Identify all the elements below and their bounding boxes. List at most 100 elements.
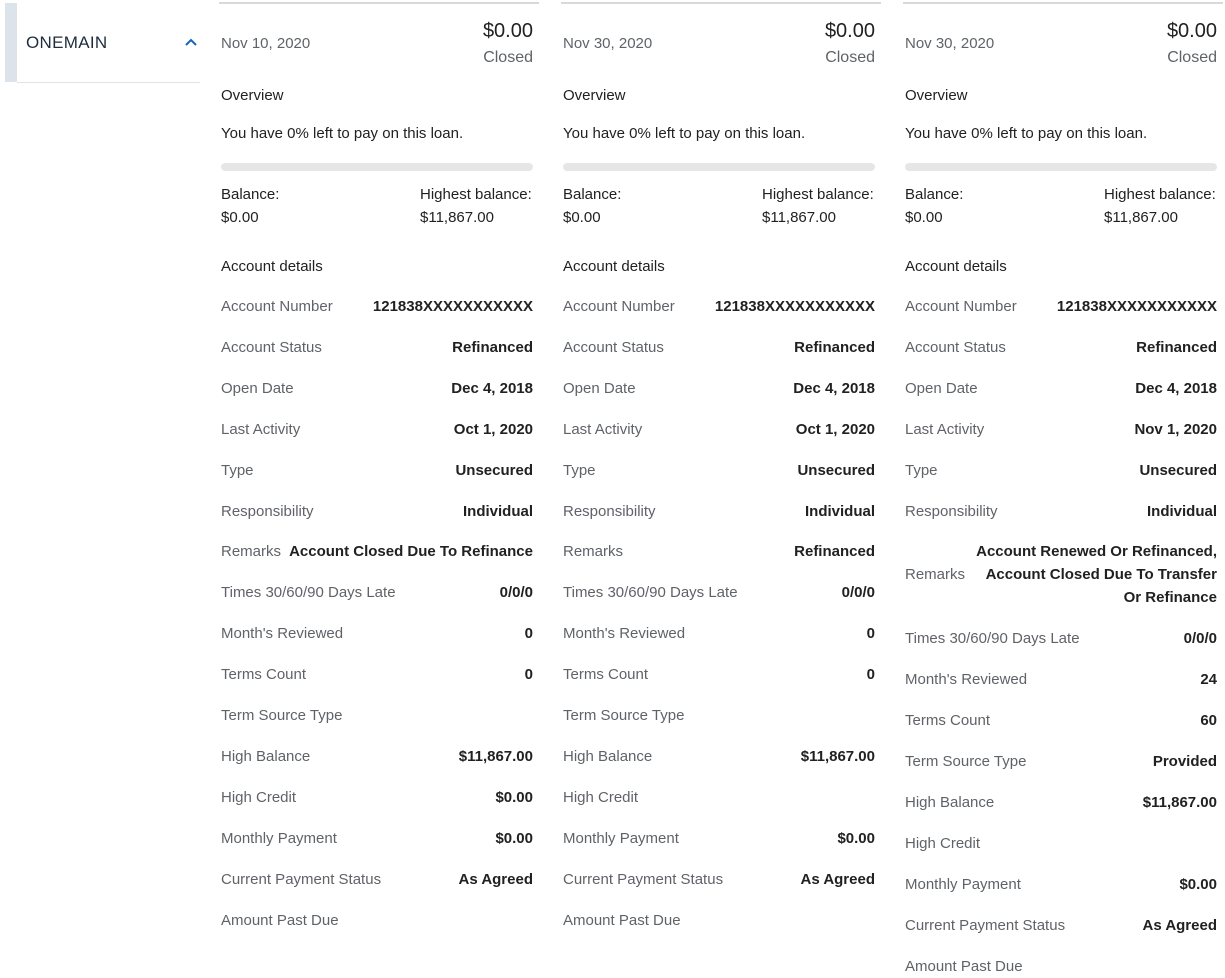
detail-row: Current Payment Status As Agreed — [905, 914, 1217, 937]
detail-row: Account Status Refinanced — [905, 336, 1217, 359]
detail-row: Amount Past Due — [563, 909, 875, 932]
detail-value: Provided — [1152, 753, 1217, 771]
detail-row: Amount Past Due — [905, 955, 1217, 978]
balance-value: $0.00 — [563, 209, 601, 226]
detail-value: Dec 4, 2018 — [1135, 379, 1217, 397]
detail-label: Times 30/60/90 Days Late — [563, 584, 738, 602]
balance-amount: $0.00 — [1166, 20, 1217, 42]
detail-row: Times 30/60/90 Days Late 0/0/0 — [563, 581, 875, 604]
payoff-progress-bar — [905, 163, 1217, 171]
detail-label: Responsibility — [563, 502, 656, 520]
balance-label: Balance: — [905, 186, 964, 203]
detail-label: Current Payment Status — [905, 916, 1066, 934]
detail-row: Monthly Payment $0.00 — [563, 827, 875, 850]
detail-value: $11,867.00 — [458, 747, 533, 765]
detail-row: Type Unsecured — [221, 459, 533, 482]
detail-row: Terms Count 0 — [221, 663, 533, 686]
account-details-heading: Account details — [221, 258, 323, 275]
detail-label: Current Payment Status — [221, 870, 382, 888]
detail-label: High Credit — [905, 834, 981, 852]
detail-label: Amount Past Due — [905, 957, 1023, 975]
detail-label: Amount Past Due — [221, 911, 339, 929]
detail-row: Terms Count 60 — [905, 709, 1217, 732]
detail-label: Terms Count — [563, 666, 649, 684]
detail-label: Remarks — [563, 543, 624, 561]
detail-value: $0.00 — [495, 788, 533, 806]
detail-label: Account Status — [905, 338, 1006, 356]
detail-value: Account Renewed Or Refinanced, Account C… — [976, 543, 1217, 607]
detail-row: Term Source Type — [221, 704, 533, 727]
detail-row: Responsibility Individual — [221, 500, 533, 523]
detail-value: Individual — [462, 502, 533, 520]
overview-heading: Overview — [905, 87, 968, 104]
detail-row: Current Payment Status As Agreed — [221, 868, 533, 891]
chevron-up-icon[interactable] — [185, 37, 197, 47]
detail-value: Oct 1, 2020 — [795, 420, 875, 438]
detail-row: Terms Count 0 — [563, 663, 875, 686]
balance-value: $0.00 — [221, 209, 259, 226]
detail-label: Month's Reviewed — [905, 671, 1028, 689]
detail-row: Monthly Payment $0.00 — [221, 827, 533, 850]
detail-label: Times 30/60/90 Days Late — [905, 630, 1080, 648]
detail-value: 0 — [866, 666, 875, 684]
card-divider — [561, 2, 881, 4]
highest-balance-value: $11,867.00 — [762, 209, 836, 226]
detail-value: 0 — [866, 625, 875, 643]
detail-value: As Agreed — [1142, 916, 1217, 934]
divider — [17, 82, 200, 83]
detail-label: Open Date — [221, 379, 294, 397]
detail-value: $0.00 — [1179, 875, 1217, 893]
detail-value: $11,867.00 — [1142, 794, 1217, 811]
report-date: Nov 30, 2020 — [563, 35, 653, 52]
account-state: Closed — [483, 49, 533, 66]
account-card: Nov 30, 2020 $0.00 Closed Overview You have … — [903, 0, 1223, 975]
detail-value: 0 — [524, 666, 533, 684]
detail-label: Month's Reviewed — [221, 625, 344, 643]
detail-row: Month's Reviewed 0 — [221, 622, 533, 645]
detail-row: Times 30/60/90 Days Late 0/0/0 — [905, 627, 1217, 650]
highest-balance-label: Highest balance: — [762, 186, 874, 203]
detail-value: 60 — [1200, 712, 1217, 730]
highest-balance-value: $11,867.00 — [1104, 209, 1178, 226]
detail-label: Account Status — [563, 338, 664, 356]
detail-row: High Balance $11,867.00 — [563, 745, 875, 768]
detail-row: Term Source Type — [563, 704, 875, 727]
detail-value: As Agreed — [800, 870, 875, 888]
detail-label: Current Payment Status — [563, 870, 724, 888]
detail-row: Remarks Account Closed Due To Refinance — [221, 540, 533, 563]
detail-label: Account Number — [563, 298, 675, 315]
detail-value: Individual — [804, 502, 875, 520]
detail-label: Times 30/60/90 Days Late — [221, 584, 396, 602]
report-date: Nov 10, 2020 — [221, 35, 311, 52]
detail-label: High Credit — [563, 788, 639, 806]
detail-label: Account Status — [221, 338, 322, 356]
detail-label: High Balance — [905, 794, 995, 811]
detail-label: Monthly Payment — [221, 829, 337, 847]
detail-row: Last Activity Nov 1, 2020 — [905, 418, 1217, 441]
detail-row: Remarks Account Renewed Or Refinanced, Ac… — [905, 540, 1217, 610]
detail-row: Remarks Refinanced — [563, 540, 875, 563]
detail-value: $0.00 — [837, 829, 875, 847]
detail-label: Terms Count — [905, 712, 991, 730]
detail-label: Term Source Type — [563, 707, 685, 724]
detail-label: Open Date — [905, 379, 978, 397]
detail-value: Oct 1, 2020 — [453, 420, 533, 438]
balance-label: Balance: — [221, 186, 280, 203]
detail-value: 121838XXXXXXXXXXX — [372, 298, 533, 315]
overview-text: You have 0% left to pay on this loan. — [905, 125, 1148, 142]
overview-heading: Overview — [563, 87, 626, 104]
card-divider — [903, 2, 1223, 4]
detail-row: High Credit — [905, 832, 1217, 855]
highest-balance-block: Highest balance: $11,867.00 — [1104, 183, 1216, 229]
detail-label: Last Activity — [221, 420, 301, 438]
detail-row: Responsibility Individual — [905, 500, 1217, 523]
detail-label: Type — [905, 461, 938, 479]
detail-label: Remarks — [221, 543, 282, 561]
detail-row: Amount Past Due — [221, 909, 533, 932]
detail-value: Refinanced — [452, 338, 533, 356]
lender-header[interactable]: ONEMAIN — [5, 3, 200, 82]
detail-row: Account Number 121838XXXXXXXXXXX — [221, 295, 533, 318]
account-state: Closed — [825, 49, 875, 66]
detail-value: Refinanced — [794, 543, 875, 561]
detail-label: Amount Past Due — [563, 911, 681, 929]
